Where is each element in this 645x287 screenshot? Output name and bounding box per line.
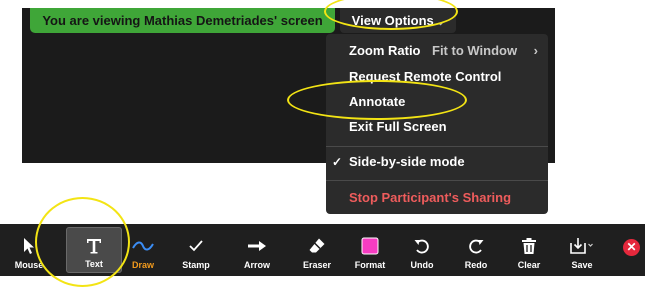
tool-undo[interactable]: Undo (399, 224, 445, 276)
menu-item-side-by-side-mode[interactable]: ✓ Side-by-side mode (326, 151, 548, 173)
view-options-label: View Options (351, 13, 434, 28)
tool-label: Redo (464, 260, 488, 270)
tool-label: Stamp (182, 260, 210, 270)
view-options-menu: Zoom Ratio Fit to Window › Request Remot… (326, 34, 548, 214)
menu-item-stop-sharing[interactable]: Stop Participant's Sharing (326, 187, 548, 209)
text-t-icon (67, 234, 121, 258)
tool-label: Draw (131, 260, 154, 270)
menu-item-zoom-ratio[interactable]: Zoom Ratio Fit to Window › (326, 40, 548, 62)
close-icon[interactable]: ✕ (623, 239, 640, 256)
annotation-toolbar: Mouse Text Draw Stamp Arrow Eraser Forma… (0, 224, 645, 276)
tool-label: Format (354, 260, 386, 270)
menu-item-annotate[interactable]: Annotate (326, 91, 548, 113)
annotate-label: Annotate (349, 94, 406, 109)
tool-label: Save (571, 260, 593, 270)
tool-save[interactable]: Save (559, 224, 605, 276)
exit-full-screen-label: Exit Full Screen (349, 119, 447, 134)
request-remote-control-label: Request Remote Control (349, 69, 502, 84)
viewing-screen-banner: You are viewing Mathias Demetriades' scr… (30, 8, 335, 33)
tool-stamp[interactable]: Stamp (173, 224, 219, 276)
menu-divider (326, 180, 548, 181)
eraser-icon (294, 234, 340, 258)
save-download-icon (559, 234, 605, 258)
draw-wave-icon (120, 234, 166, 258)
tool-eraser[interactable]: Eraser (294, 224, 340, 276)
mouse-pointer-icon (6, 234, 52, 258)
tool-label: Mouse (14, 260, 44, 270)
tool-label: Arrow (243, 260, 270, 270)
stop-sharing-label: Stop Participant's Sharing (349, 190, 512, 205)
trash-icon (506, 234, 552, 258)
redo-icon (453, 234, 499, 258)
tool-arrow[interactable]: Arrow (234, 224, 280, 276)
chevron-down-icon: ⌄ (436, 17, 445, 27)
format-color-icon (347, 234, 393, 258)
menu-divider (326, 146, 548, 147)
menu-item-exit-full-screen[interactable]: Exit Full Screen (326, 116, 548, 138)
zoom-ratio-label: Zoom Ratio (349, 43, 421, 58)
tool-label: Undo (410, 260, 434, 270)
zoom-ratio-value: Fit to Window (432, 43, 518, 58)
tool-redo[interactable]: Redo (453, 224, 499, 276)
check-icon: ✓ (332, 155, 343, 169)
tool-draw[interactable]: Draw (120, 224, 166, 276)
tool-clear[interactable]: Clear (506, 224, 552, 276)
tool-mouse[interactable]: Mouse (6, 224, 52, 276)
arrow-right-icon (234, 234, 280, 258)
side-by-side-label: Side-by-side mode (349, 154, 465, 169)
undo-icon (399, 234, 445, 258)
chevron-right-icon: › (533, 43, 538, 58)
tool-format[interactable]: Format (347, 224, 393, 276)
checkmark-stamp-icon (173, 234, 219, 258)
tool-label: Clear (517, 260, 541, 270)
menu-item-request-remote-control[interactable]: Request Remote Control (326, 66, 548, 88)
tool-label: Eraser (302, 260, 332, 270)
view-options-button[interactable]: View Options ⌄ (340, 8, 456, 33)
